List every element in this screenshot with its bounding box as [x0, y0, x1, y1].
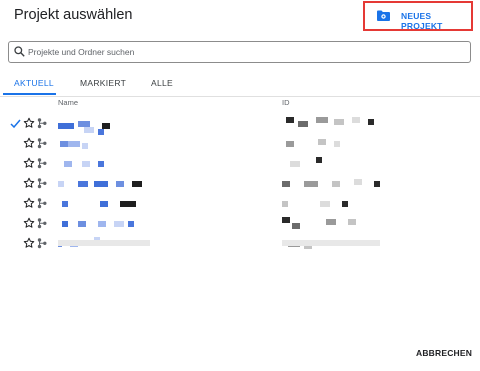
redacted-id-block	[298, 121, 308, 127]
redacted-name-block	[58, 123, 74, 129]
dialog-title: Projekt auswählen	[14, 7, 133, 23]
star-outline-icon[interactable]	[23, 217, 35, 229]
table-row[interactable]	[0, 175, 480, 195]
tab-alle[interactable]: ALLE	[151, 78, 173, 88]
redacted-id-block	[374, 181, 380, 187]
redacted-id-block	[318, 139, 326, 145]
organization-icon	[37, 138, 47, 149]
new-project-label: NEUES PROJEKT	[401, 11, 443, 31]
search-icon	[14, 46, 25, 57]
redacted-id-block	[354, 179, 362, 185]
redacted-id-block	[352, 117, 360, 123]
redacted-id-block	[286, 141, 294, 147]
name-column-scrollbar	[58, 240, 150, 246]
redacted-id-block	[304, 181, 318, 187]
redacted-name-block	[82, 161, 90, 167]
redacted-id-block	[368, 119, 374, 125]
redacted-name-block	[62, 221, 68, 227]
redacted-name-block	[98, 221, 106, 227]
redacted-id-block	[326, 219, 336, 225]
organization-icon	[37, 118, 47, 129]
redacted-name-block	[132, 181, 142, 187]
table-row[interactable]	[0, 195, 480, 215]
redacted-name-block	[116, 181, 124, 187]
redacted-name-block	[82, 143, 88, 149]
redacted-id-block	[348, 219, 356, 225]
redacted-id-block	[290, 161, 300, 167]
redacted-id-block	[282, 217, 290, 223]
redacted-id-block	[334, 119, 344, 125]
search-box[interactable]	[8, 41, 471, 63]
folder-settings-icon	[377, 10, 390, 21]
redacted-name-block	[58, 181, 64, 187]
check-icon	[10, 119, 21, 129]
star-outline-icon[interactable]	[23, 117, 35, 129]
column-header-id[interactable]: ID	[282, 98, 290, 107]
redacted-id-block	[342, 201, 348, 207]
redacted-name-block	[60, 141, 68, 147]
redacted-name-block	[78, 181, 88, 187]
redacted-name-block	[128, 221, 134, 227]
active-tab-indicator	[3, 93, 56, 95]
tab-markiert[interactable]: MARKIERT	[80, 78, 126, 88]
star-outline-icon[interactable]	[23, 197, 35, 209]
redacted-id-block	[316, 157, 322, 163]
column-header-name[interactable]: Name	[58, 98, 78, 107]
id-column-scrollbar	[282, 240, 380, 246]
redacted-id-block	[286, 117, 294, 123]
organization-icon	[37, 198, 47, 209]
organization-icon	[37, 158, 47, 169]
star-outline-icon[interactable]	[23, 157, 35, 169]
redacted-id-block	[282, 181, 290, 187]
redacted-name-block	[120, 201, 136, 207]
star-outline-icon[interactable]	[23, 237, 35, 249]
redacted-name-block	[62, 201, 68, 207]
redacted-id-block	[282, 201, 288, 207]
redacted-name-block	[94, 181, 108, 187]
redacted-id-block	[292, 223, 300, 229]
redacted-name-block	[98, 161, 104, 167]
redacted-name-block	[100, 201, 108, 207]
table-row[interactable]	[0, 115, 480, 135]
table-row[interactable]	[0, 155, 480, 175]
cancel-button[interactable]: ABBRECHEN	[416, 348, 472, 358]
redacted-name-block	[64, 161, 72, 167]
redacted-name-block	[68, 141, 80, 147]
redacted-id-block	[334, 141, 340, 147]
organization-icon	[37, 178, 47, 189]
star-outline-icon[interactable]	[23, 137, 35, 149]
redacted-id-block	[320, 201, 330, 207]
redacted-id-block	[332, 181, 340, 187]
redacted-name-block	[84, 127, 94, 133]
tab-bar: AKTUELL MARKIERT ALLE	[0, 74, 480, 97]
star-outline-icon[interactable]	[23, 177, 35, 189]
redacted-name-block	[78, 221, 86, 227]
redacted-id-block	[316, 117, 328, 123]
organization-icon	[37, 218, 47, 229]
table-row[interactable]	[0, 215, 480, 235]
new-project-button[interactable]: NEUES PROJEKT	[363, 1, 473, 31]
organization-icon	[37, 238, 47, 249]
search-input[interactable]	[28, 43, 458, 61]
table-row[interactable]	[0, 135, 480, 155]
tab-aktuell[interactable]: AKTUELL	[14, 78, 54, 88]
redacted-name-block	[114, 221, 124, 227]
